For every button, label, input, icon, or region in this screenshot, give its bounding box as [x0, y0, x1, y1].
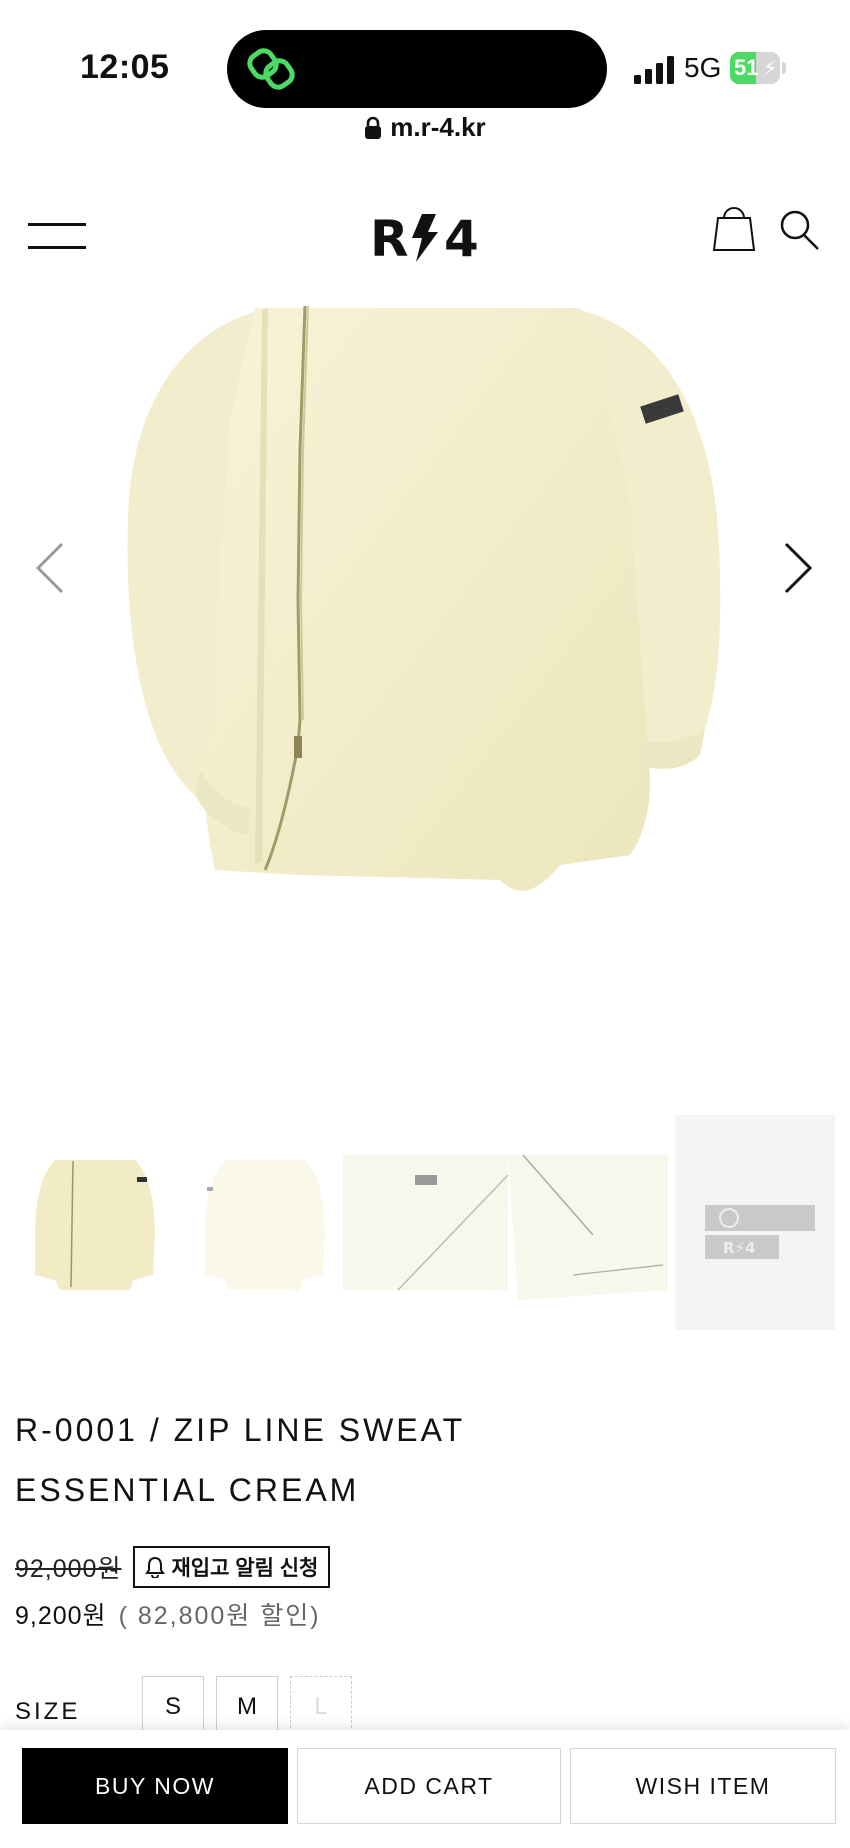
brand-logo[interactable]: R 4 — [370, 208, 482, 268]
search-icon[interactable] — [778, 208, 820, 250]
menu-icon[interactable] — [28, 220, 88, 250]
thumbnail-2[interactable] — [185, 1115, 345, 1330]
battery-percent: 51 — [734, 55, 759, 80]
chevron-left-icon[interactable] — [32, 540, 66, 596]
status-time: 12:05 — [80, 48, 170, 86]
product-title: R-0001 / ZIP LINE SWEAT ESSENTIAL CREAM — [15, 1400, 835, 1520]
size-option-l[interactable]: L — [290, 1676, 352, 1738]
shopping-bag-icon[interactable] — [710, 204, 758, 252]
wish-item-button[interactable]: WISH ITEM — [570, 1748, 836, 1824]
lock-icon — [365, 116, 382, 139]
svg-text:R: R — [370, 210, 409, 264]
restock-alert-label: 재입고 알림 신청 — [171, 1557, 319, 1580]
status-bar: 12:05 5G 51 ⚡ — [0, 0, 850, 110]
product-image-carousel[interactable] — [0, 300, 850, 1130]
chevron-right-icon[interactable] — [782, 540, 816, 596]
charging-icon: ⚡ — [763, 58, 778, 80]
restock-alert-button[interactable]: 재입고 알림 신청 — [133, 1546, 331, 1588]
size-option-m[interactable]: M — [216, 1676, 278, 1738]
url-text: m.r-4.kr — [390, 112, 486, 142]
sale-price-row: 9,200원 ( 82,800원 할인) — [15, 1594, 321, 1634]
thumbnail-1[interactable] — [15, 1115, 175, 1330]
svg-text:4: 4 — [444, 210, 479, 264]
battery-icon: 51 ⚡ — [730, 52, 786, 84]
bottom-action-bar: BUY NOW ADD CART WISH ITEM — [0, 1730, 850, 1848]
network-type: 5G — [684, 52, 722, 83]
sale-price: 9,200원 — [15, 1602, 107, 1630]
link-app-icon — [247, 48, 295, 90]
site-header: R 4 — [0, 190, 850, 280]
original-price: 92,000원 — [15, 1555, 122, 1583]
bell-icon — [145, 1556, 166, 1578]
thumbnail-4[interactable]: R⚡4 — [675, 1115, 835, 1330]
product-title-line1: R-0001 / ZIP LINE SWEAT — [15, 1412, 466, 1448]
price-row: 92,000원 재입고 알림 신청 — [15, 1546, 331, 1588]
signal-icon — [634, 56, 674, 84]
size-label: SIZE — [15, 1698, 81, 1725]
dynamic-island — [227, 30, 607, 108]
thumbnail-logo-text: R⚡4 — [723, 1239, 756, 1257]
size-selector: SIZE S M L — [15, 1676, 835, 1738]
buy-now-button[interactable]: BUY NOW — [22, 1748, 288, 1824]
add-cart-button[interactable]: ADD CART — [297, 1748, 561, 1824]
size-option-s[interactable]: S — [142, 1676, 204, 1738]
thumbnail-3[interactable] — [343, 1115, 673, 1330]
product-image — [127, 305, 721, 891]
url-bar[interactable]: m.r-4.kr — [0, 112, 850, 152]
thumbnail-strip: R⚡4 — [15, 1115, 835, 1330]
discount-amount: ( 82,800원 할인) — [118, 1602, 321, 1630]
product-title-line2: ESSENTIAL CREAM — [15, 1472, 360, 1508]
